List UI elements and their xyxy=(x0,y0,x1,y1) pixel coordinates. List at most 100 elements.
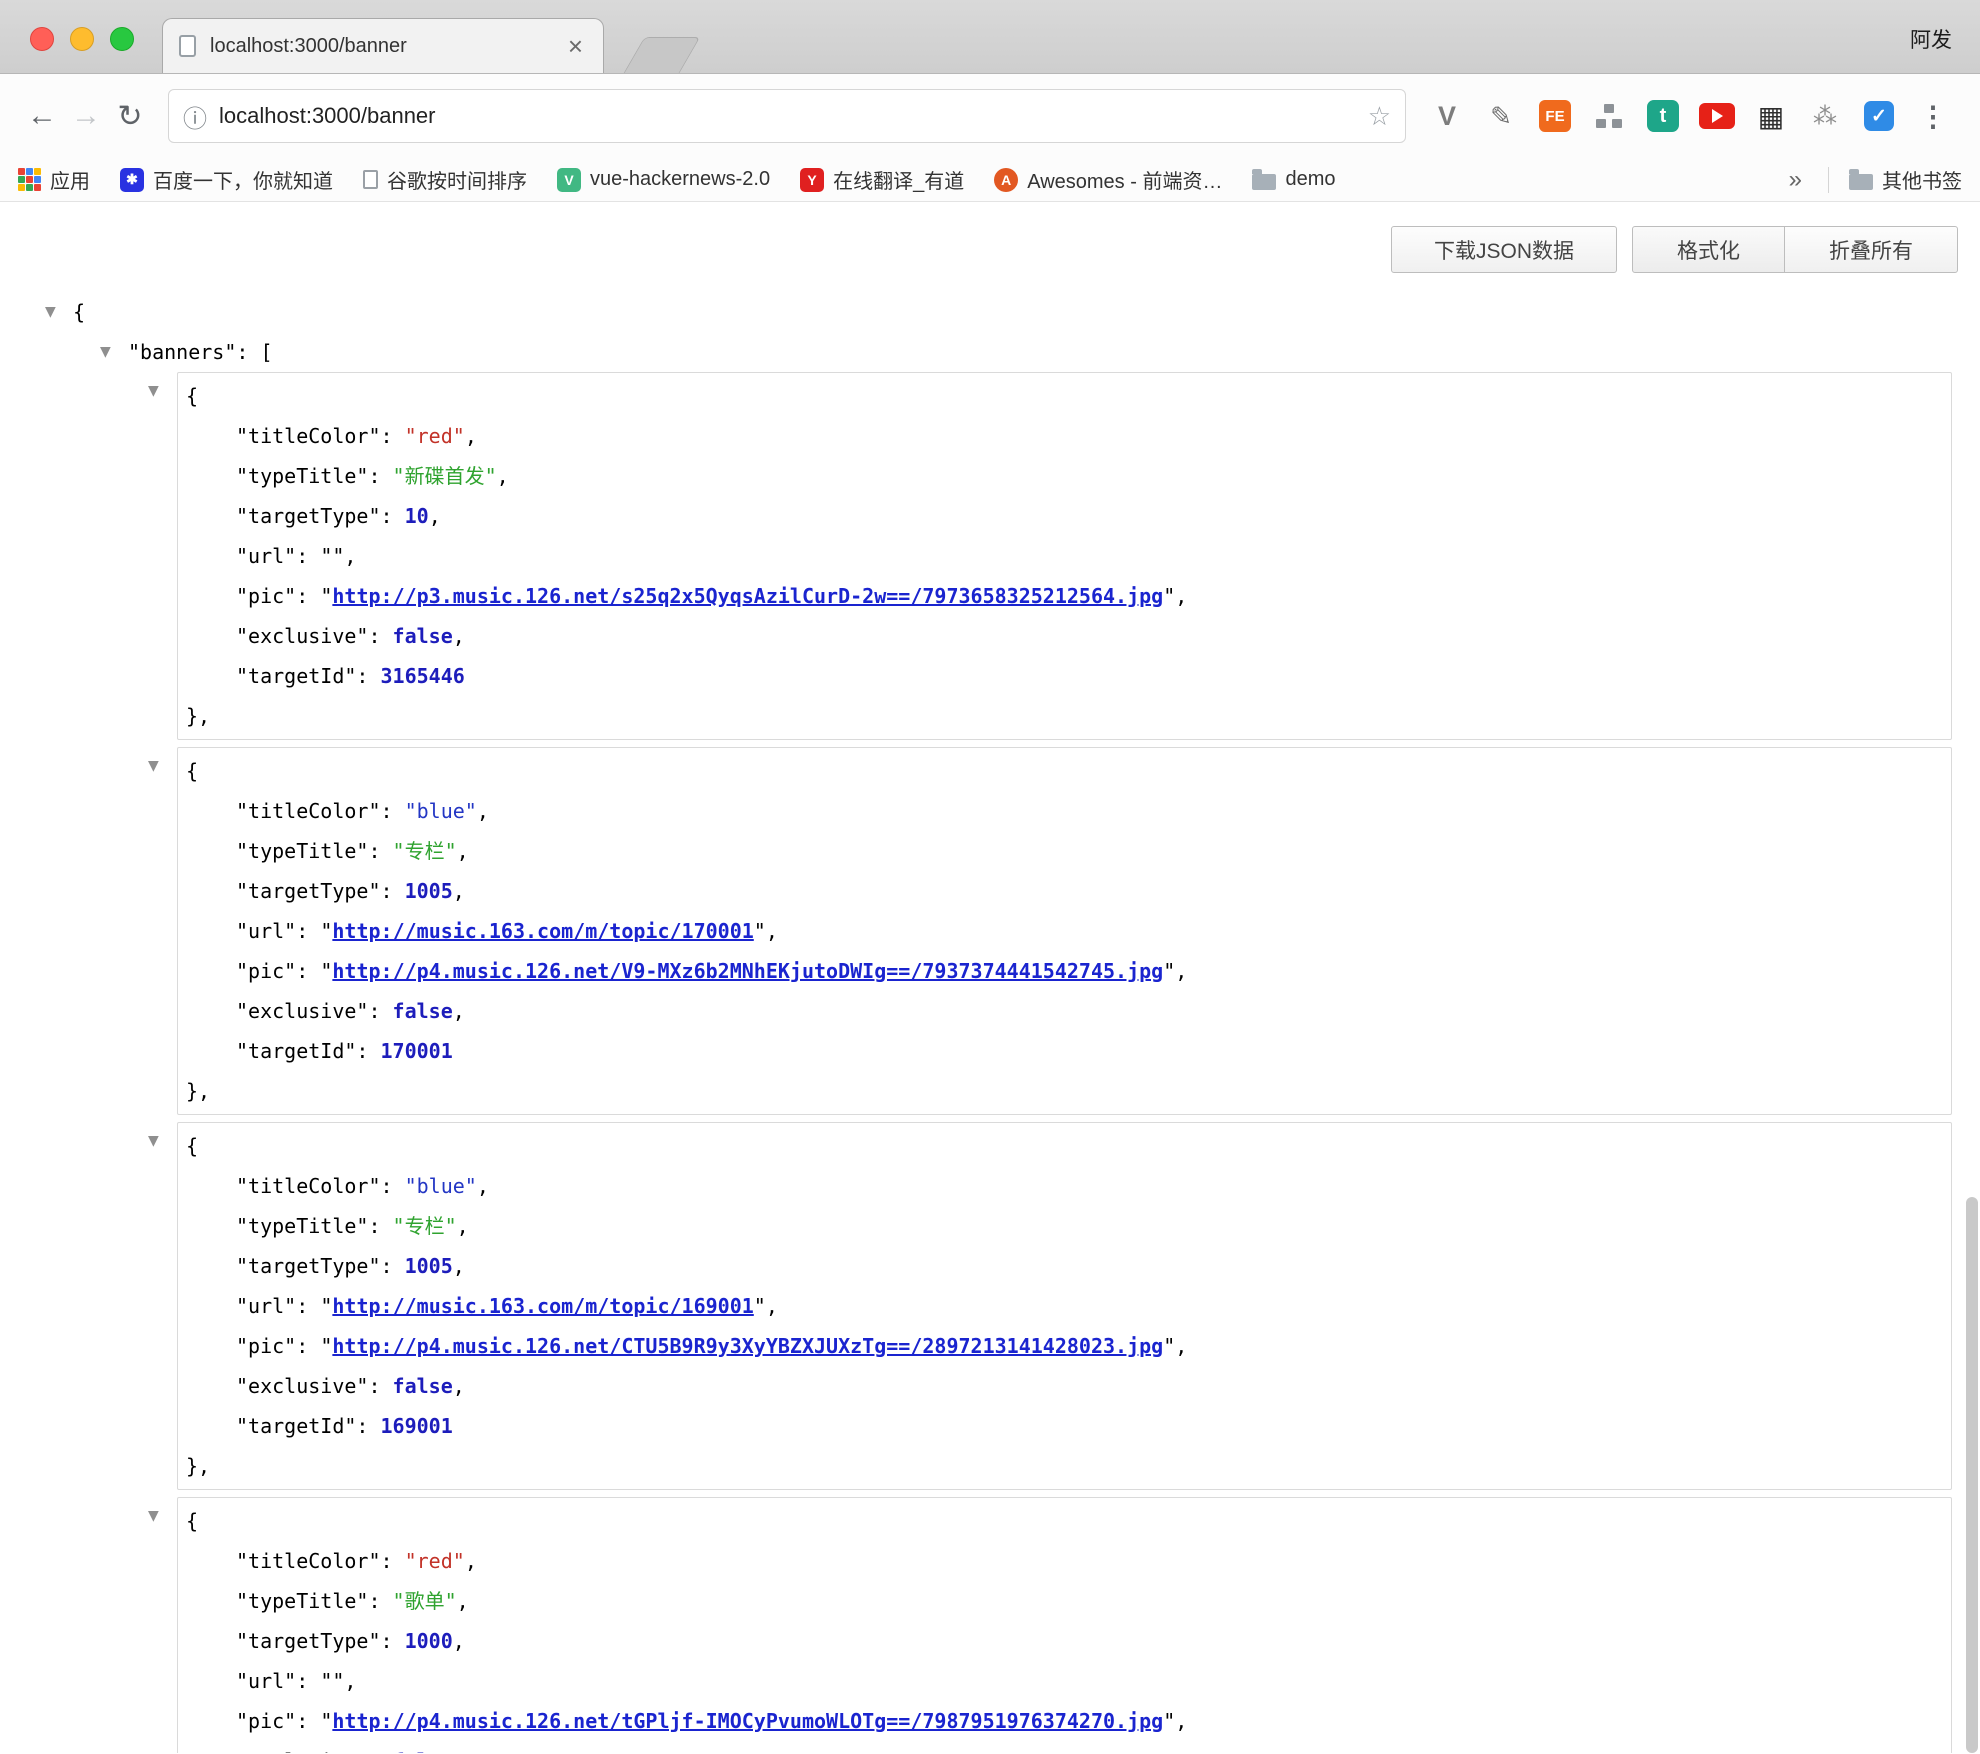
collapse-toggle-icon[interactable]: ▼ xyxy=(100,332,118,372)
bookmark-apps[interactable]: 应用 xyxy=(18,165,90,194)
json-field-url: "url": "http://music.163.com/m/topic/169… xyxy=(186,1286,1951,1326)
json-url-link[interactable]: http://p3.music.126.net/s25q2x5QyqsAzilC… xyxy=(332,584,1163,608)
banner-object: ▼{"titleColor": "blue","typeTitle": "专栏"… xyxy=(177,747,1952,1115)
shield-check-extension-icon[interactable]: ✓ xyxy=(1852,96,1906,136)
play-icon xyxy=(1712,109,1723,123)
awesomes-favicon-icon: A xyxy=(994,168,1018,192)
bookmark-vue-hackernews[interactable]: V vue-hackernews-2.0 xyxy=(557,168,770,192)
url-text: localhost:3000/banner xyxy=(219,103,1368,129)
new-tab-button[interactable] xyxy=(624,37,701,73)
apps-grid-icon xyxy=(18,168,41,191)
bookmarks-bar: 应用 ✱ 百度一下，你就知道 谷歌按时间排序 V vue-hackernews-… xyxy=(0,158,1980,202)
json-banners-line: ▼"banners": [ xyxy=(45,332,1980,372)
json-field-pic: "pic": "http://p3.music.126.net/s25q2x5Q… xyxy=(186,576,1951,616)
format-button[interactable]: 格式化 xyxy=(1632,226,1785,273)
json-field-targetType: "targetType": 10, xyxy=(186,496,1951,536)
page-favicon-icon xyxy=(179,35,196,57)
extension-icons: V ✎ FE t ▦ ⁂ ✓ ⋮ xyxy=(1420,96,1960,136)
bookmark-baidu[interactable]: ✱ 百度一下，你就知道 xyxy=(120,165,333,194)
bookmark-folder-demo[interactable]: demo xyxy=(1252,168,1335,191)
minimize-window-button[interactable] xyxy=(70,27,94,51)
bookmark-youdao-translate[interactable]: Y 在线翻译_有道 xyxy=(800,165,964,194)
address-bar[interactable]: ⓘ localhost:3000/banner ☆ xyxy=(168,89,1406,143)
json-field-url: "url": "http://music.163.com/m/topic/170… xyxy=(186,911,1951,951)
json-url-link[interactable]: http://music.163.com/m/topic/169001 xyxy=(332,1294,753,1318)
json-field-url: "url": "", xyxy=(186,1661,1951,1701)
json-field-targetType: "targetType": 1000, xyxy=(186,1621,1951,1661)
json-field-exclusive: "exclusive": false, xyxy=(186,616,1951,656)
json-url-link[interactable]: http://p4.music.126.net/tGPljf-IMOCyPvum… xyxy=(332,1709,1163,1733)
json-url-link[interactable]: http://p4.music.126.net/CTU5B9R9y3XyYBZX… xyxy=(332,1334,1163,1358)
forward-button[interactable]: → xyxy=(64,99,108,133)
json-field-targetId: "targetId": 170001 xyxy=(186,1031,1951,1071)
json-url-link[interactable]: http://music.163.com/m/topic/170001 xyxy=(332,919,753,943)
collapse-toggle-icon[interactable]: ▼ xyxy=(148,1508,166,1524)
translate-extension-icon[interactable]: ✎ xyxy=(1474,96,1528,136)
other-bookmarks-folder[interactable]: 其他书签 xyxy=(1849,165,1962,194)
banner-object: ▼{"titleColor": "red","typeTitle": "歌单",… xyxy=(177,1497,1952,1753)
paw-extension-icon[interactable]: ⁂ xyxy=(1798,96,1852,136)
json-field-targetType: "targetType": 1005, xyxy=(186,871,1951,911)
bookmark-star-icon[interactable]: ☆ xyxy=(1368,101,1391,132)
vimium-extension-icon[interactable]: V xyxy=(1420,96,1474,136)
bookmarks-separator xyxy=(1828,167,1829,193)
back-button[interactable]: ← xyxy=(20,99,64,133)
close-window-button[interactable] xyxy=(30,27,54,51)
bookmark-awesomes[interactable]: A Awesomes - 前端资… xyxy=(994,165,1222,194)
json-url-link[interactable]: http://p4.music.126.net/V9-MXz6b2MNhEKju… xyxy=(332,959,1163,983)
fullscreen-window-button[interactable] xyxy=(110,27,134,51)
page-info-icon[interactable]: ⓘ xyxy=(183,99,207,134)
reload-button[interactable]: ↻ xyxy=(108,99,152,134)
json-field-exclusive: "exclusive": false, xyxy=(186,1366,1951,1406)
tab-title: localhost:3000/banner xyxy=(210,35,564,58)
shield-t-extension-icon[interactable]: t xyxy=(1636,96,1690,136)
browser-window: localhost:3000/banner × 阿发 ← → ↻ ⓘ local… xyxy=(0,0,1980,1754)
json-field-exclusive: "exclusive": false, xyxy=(186,991,1951,1031)
format-collapse-group: 格式化 折叠所有 xyxy=(1633,226,1958,273)
download-json-button[interactable]: 下载JSON数据 xyxy=(1391,226,1617,273)
json-field-typeTitle: "typeTitle": "专栏", xyxy=(186,831,1951,871)
bookmarks-overflow-chevron[interactable]: » xyxy=(1783,166,1808,194)
json-field-pic: "pic": "http://p4.music.126.net/V9-MXz6b… xyxy=(186,951,1951,991)
youdao-favicon-icon: Y xyxy=(800,168,824,192)
browser-tab[interactable]: localhost:3000/banner × xyxy=(162,18,604,73)
json-tree: ▼{▼"banners": [▼{"titleColor": "red","ty… xyxy=(0,202,1980,1753)
vue-favicon-icon: V xyxy=(557,168,581,192)
json-field-typeTitle: "typeTitle": "新碟首发", xyxy=(186,456,1951,496)
json-actions: 下载JSON数据 格式化 折叠所有 xyxy=(1391,226,1958,273)
json-field-titleColor: "titleColor": "blue", xyxy=(186,1166,1951,1206)
tab-strip: localhost:3000/banner × 阿发 xyxy=(0,0,1980,74)
scrollbar xyxy=(1966,202,1978,1753)
fehelper-extension-icon[interactable]: FE xyxy=(1528,96,1582,136)
json-field-typeTitle: "typeTitle": "专栏", xyxy=(186,1206,1951,1246)
json-field-exclusive: "exclusive": false, xyxy=(186,1741,1951,1753)
collapse-toggle-icon[interactable]: ▼ xyxy=(148,383,166,399)
collapse-toggle-icon[interactable]: ▼ xyxy=(45,292,63,332)
collapse-toggle-icon[interactable]: ▼ xyxy=(148,758,166,774)
org-chart-extension-icon[interactable] xyxy=(1582,96,1636,136)
json-field-targetId: "targetId": 169001 xyxy=(186,1406,1951,1446)
browser-menu-button[interactable]: ⋮ xyxy=(1906,96,1960,136)
banner-object: ▼{"titleColor": "red","typeTitle": "新碟首发… xyxy=(177,372,1952,740)
page-favicon-icon xyxy=(363,170,378,189)
folder-icon xyxy=(1252,174,1276,190)
folder-icon xyxy=(1849,174,1873,190)
scrollbar-thumb[interactable] xyxy=(1966,1197,1978,1753)
collapse-toggle-icon[interactable]: ▼ xyxy=(148,1133,166,1149)
window-controls xyxy=(30,27,134,51)
json-field-titleColor: "titleColor": "red", xyxy=(186,416,1951,456)
qr-code-extension-icon[interactable]: ▦ xyxy=(1744,96,1798,136)
page-content: 下载JSON数据 格式化 折叠所有 ▼{▼"banners": [▼{"titl… xyxy=(0,202,1980,1753)
collapse-all-button[interactable]: 折叠所有 xyxy=(1784,226,1958,273)
close-tab-icon[interactable]: × xyxy=(564,33,587,59)
json-field-pic: "pic": "http://p4.music.126.net/CTU5B9R9… xyxy=(186,1326,1951,1366)
json-field-titleColor: "titleColor": "blue", xyxy=(186,791,1951,831)
bookmark-google-sort[interactable]: 谷歌按时间排序 xyxy=(363,165,527,194)
youtube-extension-icon[interactable] xyxy=(1690,96,1744,136)
json-field-targetType: "targetType": 1005, xyxy=(186,1246,1951,1286)
json-field-url: "url": "", xyxy=(186,536,1951,576)
json-field-pic: "pic": "http://p4.music.126.net/tGPljf-I… xyxy=(186,1701,1951,1741)
banner-object: ▼{"titleColor": "blue","typeTitle": "专栏"… xyxy=(177,1122,1952,1490)
baidu-favicon-icon: ✱ xyxy=(120,168,144,192)
json-root-line: ▼{ xyxy=(45,292,1980,332)
